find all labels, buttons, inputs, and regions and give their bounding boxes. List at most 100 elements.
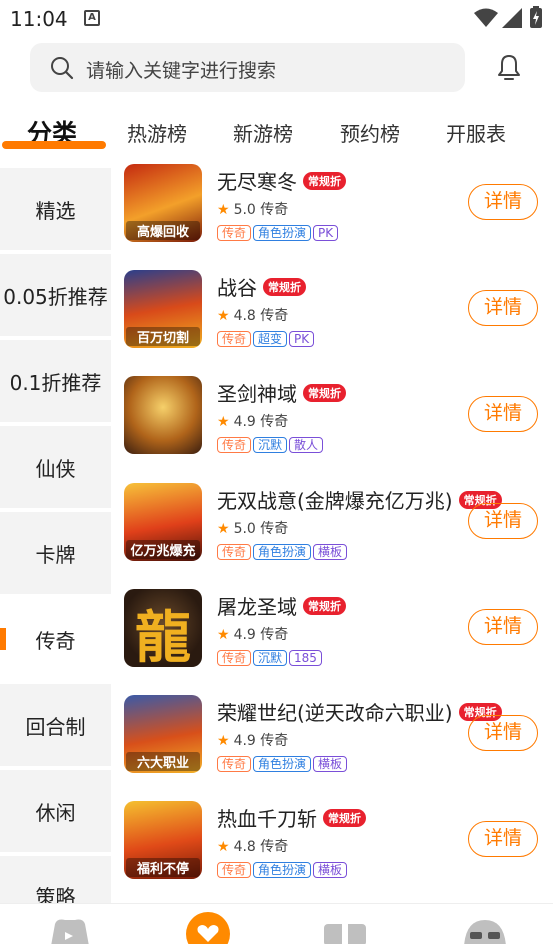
- heart-tab-icon[interactable]: [186, 912, 230, 944]
- sidebar-item-005[interactable]: 0.05折推荐: [0, 254, 111, 336]
- star-icon: ★: [217, 202, 230, 218]
- sidebar-item-strategy[interactable]: 策略: [0, 856, 111, 909]
- sidebar-item-label: 回合制: [25, 714, 86, 739]
- star-icon: ★: [217, 733, 230, 749]
- star-icon: ★: [217, 521, 230, 537]
- game-thumbnail: 六大职业: [124, 695, 202, 773]
- game-rating: ★ 4.9 传奇: [217, 627, 289, 643]
- tab-hot[interactable]: 热游榜: [127, 118, 187, 147]
- game-item[interactable]: 福利不停 热血千刀斩 常规折 ★ 4.8 传奇 传奇 角色扮演 横板 详情: [124, 801, 544, 891]
- tag: 传奇: [217, 437, 252, 453]
- sidebar-item-label: 精选: [35, 198, 76, 223]
- tag: 传奇: [217, 544, 252, 560]
- tag: PK: [289, 331, 315, 347]
- game-tags: 传奇 角色扮演 横板: [217, 859, 349, 878]
- tag: 传奇: [217, 862, 252, 878]
- game-thumbnail: 福利不停: [124, 801, 202, 879]
- tag: 传奇: [217, 225, 252, 241]
- bell-icon[interactable]: [493, 53, 525, 83]
- game-name: 荣耀世纪(逆天改命六职业) 常规折: [217, 697, 502, 726]
- game-item[interactable]: 高爆回收 无尽寒冬 常规折 ★ 5.0 传奇 传奇 角色扮演 PK 详情: [124, 164, 544, 254]
- search-bar[interactable]: 请输入关键字进行搜索: [30, 43, 465, 92]
- tag: 传奇: [217, 756, 252, 772]
- status-bar: 11:04 A: [0, 0, 553, 38]
- game-controller-icon[interactable]: [47, 918, 93, 944]
- tag: 散人: [289, 437, 324, 453]
- tab-reserve[interactable]: 预约榜: [340, 118, 400, 147]
- tag: 角色扮演: [253, 225, 312, 241]
- discount-badge: 常规折: [303, 597, 346, 615]
- game-name: 圣剑神域 常规折: [217, 378, 346, 407]
- detail-button[interactable]: 详情: [468, 715, 538, 751]
- tag: 超变: [253, 331, 288, 347]
- gift-icon[interactable]: [322, 916, 368, 944]
- game-tags: 传奇 沉默 散人: [217, 434, 325, 453]
- discount-badge: 常规折: [263, 278, 306, 296]
- game-thumbnail: 高爆回收: [124, 164, 202, 242]
- game-thumbnail: [124, 376, 202, 454]
- game-thumbnail: 亿万兆爆充: [124, 483, 202, 561]
- sidebar-item-turn[interactable]: 回合制: [0, 684, 111, 766]
- wifi-icon: [474, 8, 498, 27]
- tag: 角色扮演: [253, 756, 312, 772]
- detail-button[interactable]: 详情: [468, 396, 538, 432]
- game-thumbnail: 百万切割: [124, 270, 202, 348]
- bottom-nav: [0, 903, 553, 944]
- detail-button[interactable]: 详情: [468, 609, 538, 645]
- sidebar-item-xianxia[interactable]: 仙侠: [0, 426, 111, 508]
- game-item[interactable]: 百万切割 战谷 常规折 ★ 4.8 传奇 传奇 超变 PK 详情: [124, 270, 544, 360]
- detail-button[interactable]: 详情: [468, 503, 538, 539]
- discount-badge: 常规折: [323, 809, 366, 827]
- game-thumbnail: 龍: [124, 589, 202, 667]
- game-name: 无尽寒冬 常规折: [217, 166, 346, 195]
- game-tags: 传奇 角色扮演 PK: [217, 222, 340, 241]
- game-tags: 传奇 沉默 185: [217, 647, 324, 666]
- sidebar-item-label: 传奇: [35, 628, 76, 653]
- game-rating: ★ 4.9 传奇: [217, 733, 289, 749]
- star-icon: ★: [217, 627, 230, 643]
- sidebar: 精选 0.05折推荐 0.1折推荐 仙侠 卡牌 传奇 回合制 休闲 策略: [0, 168, 111, 909]
- thumbnail-caption: 亿万兆爆充: [126, 540, 200, 559]
- star-icon: ★: [217, 414, 230, 430]
- search-icon: [51, 57, 74, 80]
- sidebar-item-legend[interactable]: 传奇: [0, 598, 111, 680]
- game-rating: ★ 5.0 传奇: [217, 202, 289, 218]
- sidebar-item-label: 卡牌: [35, 542, 76, 567]
- detail-button[interactable]: 详情: [468, 290, 538, 326]
- game-tags: 传奇 角色扮演 横板: [217, 541, 349, 560]
- detail-button[interactable]: 详情: [468, 821, 538, 857]
- sidebar-item-label: 0.05折推荐: [3, 284, 108, 309]
- active-tab-indicator: [2, 141, 106, 149]
- game-rating: ★ 5.0 传奇: [217, 521, 289, 537]
- tag: 沉默: [253, 437, 288, 453]
- battery-icon: [530, 6, 542, 28]
- tab-new[interactable]: 新游榜: [233, 118, 293, 147]
- sidebar-active-indicator: [0, 628, 6, 650]
- notification-a-icon: A: [84, 10, 100, 26]
- game-name: 屠龙圣域 常规折: [217, 591, 346, 620]
- game-rating: ★ 4.8 传奇: [217, 839, 289, 855]
- sidebar-item-featured[interactable]: 精选: [0, 168, 111, 250]
- game-name: 战谷 常规折: [217, 272, 306, 301]
- tag: 传奇: [217, 650, 252, 666]
- tab-server[interactable]: 开服表: [446, 118, 506, 147]
- game-rating: ★ 4.8 传奇: [217, 308, 289, 324]
- dragon-glyph-icon: 龍: [135, 606, 191, 667]
- tag: 185: [289, 650, 322, 666]
- game-item[interactable]: 六大职业 荣耀世纪(逆天改命六职业) 常规折 ★ 4.9 传奇 传奇 角色扮演 横板 详…: [124, 695, 544, 785]
- tag: 角色扮演: [253, 862, 312, 878]
- sidebar-item-casual[interactable]: 休闲: [0, 770, 111, 852]
- sidebar-item-label: 休闲: [35, 800, 76, 825]
- profile-sunglasses-icon[interactable]: [462, 916, 508, 944]
- game-name: 热血千刀斩 常规折: [217, 803, 366, 832]
- detail-button[interactable]: 详情: [468, 184, 538, 220]
- tag: 传奇: [217, 331, 252, 347]
- game-item[interactable]: 亿万兆爆充 无双战意(金牌爆充亿万兆) 常规折 ★ 5.0 传奇 传奇 角色扮演 横板 …: [124, 483, 544, 573]
- tag: 角色扮演: [253, 544, 312, 560]
- sidebar-item-card[interactable]: 卡牌: [0, 512, 111, 594]
- sidebar-item-label: 仙侠: [35, 456, 76, 481]
- sidebar-item-01[interactable]: 0.1折推荐: [0, 340, 111, 422]
- game-item[interactable]: 圣剑神域 常规折 ★ 4.9 传奇 传奇 沉默 散人 详情: [124, 376, 544, 466]
- game-item[interactable]: 龍 屠龙圣域 常规折 ★ 4.9 传奇 传奇 沉默 185 详情: [124, 589, 544, 679]
- thumbnail-caption: 福利不停: [126, 858, 200, 877]
